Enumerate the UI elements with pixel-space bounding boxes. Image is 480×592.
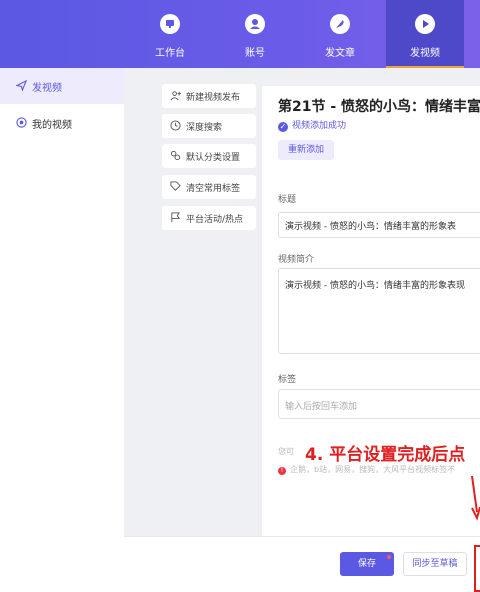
re-add-button[interactable]: 重新添加 [278, 140, 334, 160]
video-form: 第21节 - 愤怒的小鸟：情绪丰富的 ✓ 视频添加成功 重新添加 标题 演示视频 … [262, 86, 480, 536]
annotation-arrow-icon [471, 475, 480, 521]
deep-search-button[interactable]: 深度搜索 [162, 114, 256, 138]
save-button[interactable]: 保存 [340, 552, 394, 576]
description-label: 视频简介 [278, 255, 315, 265]
nav-account[interactable]: 账号 [216, 0, 294, 68]
sidebar-item-my-videos[interactable]: 我的视频 [0, 105, 124, 141]
history-icon [170, 120, 181, 131]
sync-draft-button[interactable]: 同步至草稿 [403, 552, 467, 576]
save-label: 保存 [357, 559, 376, 569]
success-text: 视频添加成功 [292, 121, 347, 131]
nav-video-label: 发视频 [410, 48, 440, 59]
video-title-heading: 第21节 - 愤怒的小鸟：情绪丰富的 [278, 99, 480, 115]
circle-target-icon [16, 117, 27, 128]
nav-workbench-label: 工作台 [155, 48, 185, 59]
sidebar-item-post-video[interactable]: 发视频 [0, 68, 124, 104]
nav-workbench[interactable]: 工作台 [131, 0, 209, 68]
tags-label: 标签 [278, 375, 297, 385]
tool-label: 默认分类设置 [186, 153, 241, 163]
tags-input[interactable]: 输入后按回车添加 [278, 389, 480, 419]
upload-success-status: ✓ 视频添加成功 [278, 118, 346, 132]
platform-tag-warning: ! 企鹅，b站，网易，搜狗，大风平台视频标签不 [278, 464, 455, 475]
nav-article[interactable]: 发文章 [301, 0, 379, 68]
tag-icon [170, 181, 181, 191]
nav-video[interactable]: 发视频 [386, 0, 464, 68]
feather-icon [330, 14, 350, 34]
platform-events-button[interactable]: 平台活动/热点 [162, 206, 256, 230]
hint-text: 您可 [278, 447, 294, 456]
description-textarea[interactable]: 演示视频 - 愤怒的小鸟：情绪丰富的形象表现 [278, 268, 480, 354]
flag-icon [171, 212, 181, 223]
tool-label: 新建视频发布 [186, 93, 241, 103]
warning-icon: ! [278, 467, 286, 475]
default-category-button[interactable]: 默认分类设置 [162, 144, 256, 168]
send-icon [16, 80, 27, 91]
play-icon [415, 14, 435, 34]
sidebar: 发视频 我的视频 [0, 68, 124, 592]
tool-label: 深度搜索 [186, 123, 223, 133]
link-icon [170, 150, 181, 161]
tool-label: 清空常用标签 [186, 184, 241, 194]
notification-dot [387, 555, 391, 559]
warning-text: 企鹅，b站，网易，搜狗，大风平台视频标签不 [290, 465, 456, 474]
nav-account-label: 账号 [245, 48, 265, 59]
new-video-button[interactable]: 新建视频发布 [162, 84, 256, 108]
tutorial-annotation: 4. 平台设置完成后点 [305, 445, 466, 465]
top-navigation: 工作台 账号 发文章 发视频 [0, 0, 480, 68]
tool-label: 平台活动/热点 [186, 215, 244, 225]
check-icon: ✓ [278, 122, 288, 132]
nav-article-label: 发文章 [325, 48, 355, 59]
sidebar-item-label: 我的视频 [32, 120, 72, 131]
monitor-icon [160, 14, 180, 34]
highlighted-publish-button[interactable] [474, 545, 480, 592]
clear-tags-button[interactable]: 清空常用标签 [162, 175, 256, 199]
sidebar-item-label: 发视频 [32, 83, 62, 94]
title-input[interactable]: 演示视频 - 愤怒的小鸟：情绪丰富的形象表 [278, 212, 480, 238]
title-label: 标题 [278, 195, 297, 205]
add-user-icon [170, 91, 181, 101]
user-icon [245, 14, 265, 34]
